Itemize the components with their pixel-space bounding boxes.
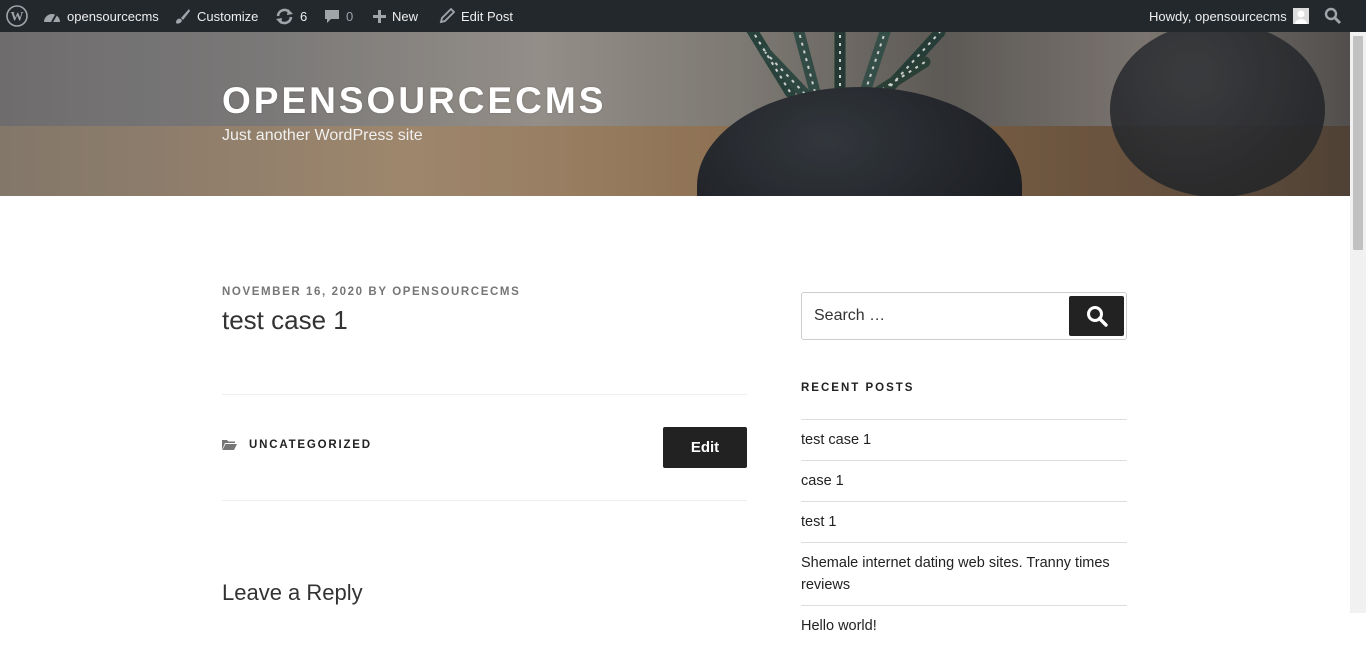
customize-link[interactable]: Customize (174, 0, 258, 32)
new-label: New (392, 8, 419, 24)
new-content-link[interactable]: New (373, 0, 418, 32)
divider (222, 394, 747, 395)
search-icon (1086, 306, 1108, 327)
brush-icon (176, 8, 190, 24)
site-description: Just another WordPress site (222, 127, 423, 144)
wordpress-logo-icon[interactable]: W (6, 0, 28, 32)
comments-count: 0 (346, 8, 354, 24)
post-by-label: BY (368, 286, 388, 298)
updates-count: 6 (300, 8, 308, 24)
site-name-menu[interactable]: opensourcecms (43, 0, 159, 32)
post-meta: NOVEMBER 16, 2020 BY OPENSOURCECMS (222, 286, 520, 298)
site-header: OPENSOURCECMS Just another WordPress sit… (0, 32, 1350, 196)
howdy-label: Howdy, opensourcecms (1149, 8, 1287, 24)
scrollbar-thumb[interactable] (1353, 36, 1363, 250)
recent-post-link[interactable]: Shemale internet dating web sites. Trann… (801, 542, 1127, 605)
search-input[interactable]: Search … (814, 293, 885, 339)
recent-post-link[interactable]: test 1 (801, 501, 1127, 542)
edit-post-link[interactable]: Edit Post (439, 0, 513, 32)
recent-posts-list: test case 1 case 1 test 1 Shemale intern… (801, 419, 1127, 646)
search-button[interactable] (1069, 296, 1124, 336)
plus-icon (373, 9, 386, 23)
admin-search-icon[interactable] (1324, 0, 1342, 32)
page-scrollbar[interactable] (1350, 0, 1366, 613)
post-author-link[interactable]: OPENSOURCECMS (392, 286, 520, 298)
post-title: test case 1 (222, 305, 348, 335)
site-name-label: opensourcecms (67, 8, 159, 24)
divider (222, 500, 747, 501)
customize-label: Customize (197, 8, 259, 24)
post-categories: UNCATEGORIZED (222, 438, 372, 451)
edit-post-label: Edit Post (461, 8, 514, 24)
comments-link[interactable]: 0 (324, 0, 353, 32)
svg-text:W: W (11, 9, 24, 24)
recent-post-link[interactable]: case 1 (801, 460, 1127, 501)
updates-link[interactable]: 6 (275, 0, 307, 32)
edit-post-button[interactable]: Edit (663, 427, 747, 468)
my-account-menu[interactable]: Howdy, opensourcecms (1149, 0, 1309, 32)
pencil-icon (439, 8, 455, 24)
post-date-link[interactable]: NOVEMBER 16, 2020 (222, 286, 364, 298)
folder-icon (222, 440, 237, 450)
category-link[interactable]: UNCATEGORIZED (249, 439, 372, 451)
avatar (1292, 8, 1309, 24)
site-title[interactable]: OPENSOURCECMS (222, 80, 606, 122)
leave-reply-title: Leave a Reply (222, 580, 363, 605)
dashboard-icon (44, 14, 60, 23)
updates-icon (276, 8, 293, 24)
admin-bar: W opensourcecms Customize 6 0 New Edit P… (0, 0, 1366, 32)
comment-icon (325, 10, 339, 23)
search-form: Search … (801, 292, 1127, 340)
recent-posts-title: RECENT POSTS (801, 382, 915, 394)
recent-post-link[interactable]: test case 1 (801, 419, 1127, 460)
recent-post-link[interactable]: Hello world! (801, 605, 1127, 646)
